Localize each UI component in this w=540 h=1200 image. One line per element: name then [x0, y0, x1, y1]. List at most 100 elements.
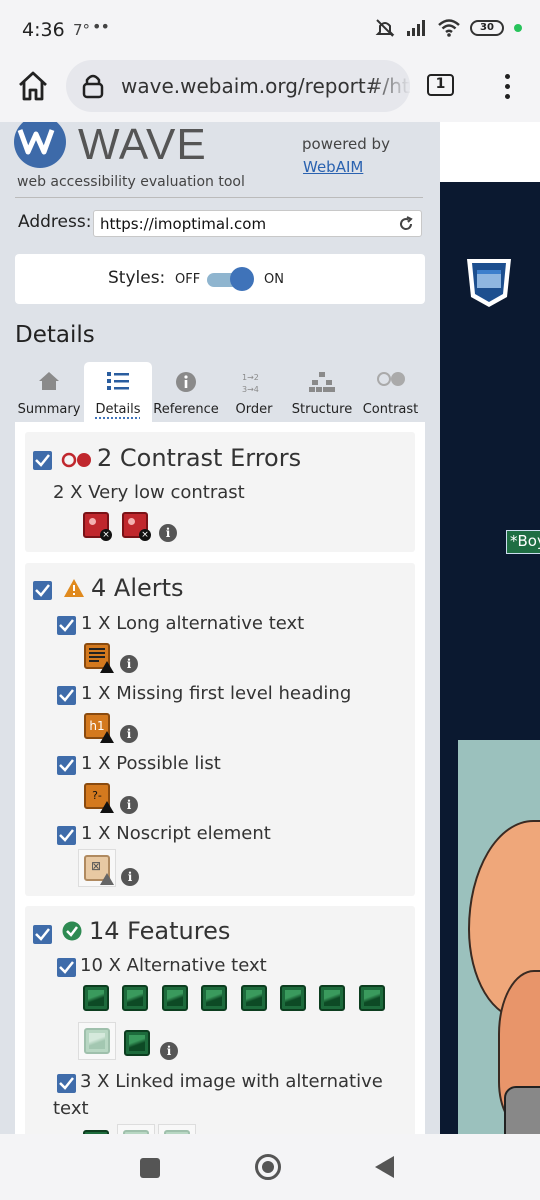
- illustration-device: [504, 1086, 540, 1134]
- wave-subtitle: web accessibility evaluation tool: [17, 174, 245, 190]
- alt-text-icon[interactable]: [241, 985, 267, 1011]
- lock-icon: [82, 74, 104, 99]
- alt-text-icon-frame: [78, 1022, 116, 1060]
- tab-label: Summary: [17, 402, 81, 417]
- noscript-icon[interactable]: ⊠: [84, 855, 114, 885]
- feature-item-checkbox[interactable]: [57, 1074, 76, 1093]
- tab-summary[interactable]: Summary: [15, 362, 83, 422]
- page-preview[interactable]: *Boy: [440, 182, 540, 1134]
- contrast-error-marker-icon[interactable]: ×: [83, 512, 112, 541]
- info-icon[interactable]: i: [120, 655, 138, 673]
- info-icon[interactable]: i: [160, 1042, 178, 1060]
- errors-card: 2 Contrast Errors 2 X Very low contrast …: [25, 432, 415, 552]
- alt-text-icon[interactable]: [84, 1028, 110, 1054]
- divider: [15, 197, 423, 198]
- features-checkbox[interactable]: [33, 925, 52, 944]
- error-item-label: 2 X Very low contrast: [53, 482, 245, 503]
- svg-text:1→2: 1→2: [242, 373, 259, 382]
- linked-image-icon-frame: [158, 1124, 196, 1134]
- overflow-menu-icon[interactable]: [500, 72, 514, 102]
- contrast-error-icon: [61, 452, 91, 468]
- preview-illustration: [458, 740, 540, 1134]
- alt-text-icon[interactable]: [280, 985, 306, 1011]
- feature-item-label: 3 X Linked image with alternative: [80, 1071, 383, 1092]
- info-icon[interactable]: i: [120, 725, 138, 743]
- alt-text-icon[interactable]: [83, 985, 109, 1011]
- reload-icon[interactable]: [397, 215, 415, 233]
- status-bar: 4:36 7° •• 30: [0, 0, 540, 60]
- recents-button[interactable]: [140, 1158, 160, 1178]
- alerts-card: 4 Alerts 1 X Long alternative text i 1 X…: [25, 563, 415, 896]
- webaim-link[interactable]: WebAIM: [303, 158, 363, 176]
- tab-switcher-button[interactable]: 1: [427, 74, 454, 96]
- alt-text-icon[interactable]: [319, 985, 345, 1011]
- info-icon[interactable]: i: [159, 524, 177, 542]
- status-notification-dots: ••: [92, 17, 110, 36]
- home-icon: [39, 372, 59, 390]
- feature-item-checkbox[interactable]: [57, 958, 76, 977]
- battery-icon: 30: [470, 20, 504, 36]
- structure-icon: [309, 372, 335, 392]
- url-text: wave.webaim.org/report#/https://imoptima…: [121, 74, 410, 98]
- wave-logo-w: [17, 129, 55, 155]
- alert-item-label: 1 X Long alternative text: [81, 613, 305, 634]
- alt-text-icon[interactable]: [201, 985, 227, 1011]
- alerts-title: 4 Alerts: [91, 574, 184, 602]
- back-button[interactable]: [375, 1156, 394, 1178]
- alert-item-checkbox[interactable]: [57, 686, 76, 705]
- info-icon[interactable]: i: [120, 796, 138, 814]
- feature-item-label: 10 X Alternative text: [80, 955, 267, 976]
- styles-toggle-box: Styles: OFF ON: [15, 254, 425, 304]
- home-button[interactable]: [255, 1154, 281, 1180]
- long-alt-text-icon[interactable]: [84, 643, 114, 673]
- features-title: 14 Features: [89, 917, 231, 945]
- alert-item-label: 1 X Noscript element: [81, 823, 271, 844]
- details-list: 2 Contrast Errors 2 X Very low contrast …: [15, 422, 425, 1134]
- styles-off-label: OFF: [175, 272, 201, 287]
- tab-details[interactable]: Details: [84, 362, 152, 422]
- features-card: 14 Features 10 X Alternative text i 3 X …: [25, 906, 415, 1134]
- tab-structure[interactable]: Structure: [288, 362, 356, 422]
- site-logo-icon: [467, 259, 511, 307]
- alt-text-icon[interactable]: [162, 985, 188, 1011]
- tab-order[interactable]: 1→2 3→4 Order: [220, 362, 288, 422]
- styles-on-label: ON: [264, 272, 284, 287]
- wave-sidebar: WAVE web accessibility evaluation tool p…: [0, 122, 440, 1134]
- alt-text-icon[interactable]: [122, 985, 148, 1011]
- feature-check-icon: [62, 921, 82, 941]
- tab-reference[interactable]: Reference: [152, 362, 220, 422]
- details-tabbar: Summary Details Reference 1→2 3→4 Order S…: [15, 362, 425, 422]
- contrast-icon: [376, 372, 405, 386]
- order-icon: 1→23→4: [242, 373, 259, 394]
- alt-text-icon[interactable]: [124, 1030, 150, 1056]
- address-input[interactable]: https://imoptimal.com: [93, 210, 422, 237]
- styles-toggle-knob[interactable]: [230, 267, 254, 291]
- alt-text-icon[interactable]: [359, 985, 385, 1011]
- alert-item-label: 1 X Missing first level heading: [81, 683, 352, 704]
- alert-item-label: 1 X Possible list: [81, 753, 221, 774]
- preview-top-strip: [440, 122, 540, 182]
- tab-label: Structure: [291, 402, 353, 417]
- tab-label: Contrast: [362, 402, 419, 417]
- tab-label: Order: [235, 402, 273, 417]
- system-nav-bar: [0, 1134, 540, 1200]
- address-bar[interactable]: wave.webaim.org/report#/https://imoptima…: [66, 60, 410, 112]
- alerts-checkbox[interactable]: [33, 581, 52, 600]
- possible-list-icon[interactable]: ?-: [84, 783, 114, 813]
- alert-item-checkbox[interactable]: [57, 756, 76, 775]
- browser-toolbar: wave.webaim.org/report#/https://imoptima…: [0, 60, 540, 122]
- linked-image-icon-frame: [117, 1124, 155, 1134]
- alert-item-checkbox[interactable]: [57, 616, 76, 635]
- info-icon[interactable]: i: [121, 868, 139, 886]
- address-label: Address:: [18, 212, 92, 232]
- home-icon[interactable]: [16, 69, 50, 103]
- errors-checkbox[interactable]: [33, 451, 52, 470]
- missing-h1-icon[interactable]: h1: [84, 713, 114, 743]
- wave-logo-text: WAVE: [78, 122, 207, 169]
- contrast-error-marker-icon[interactable]: ×: [122, 512, 151, 541]
- errors-title: 2 Contrast Errors: [97, 444, 302, 472]
- feature-item-label-continued: text: [53, 1098, 89, 1119]
- status-time: 4:36: [22, 19, 65, 41]
- tab-contrast[interactable]: Contrast: [356, 362, 425, 422]
- alert-item-checkbox[interactable]: [57, 826, 76, 845]
